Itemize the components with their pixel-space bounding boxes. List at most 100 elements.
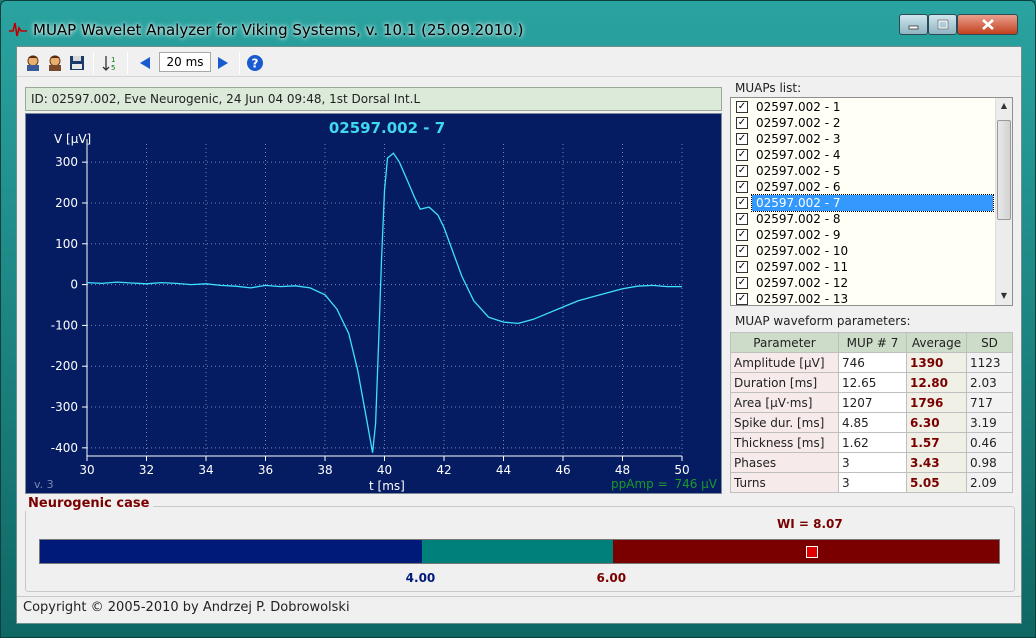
x-tick-label: 38 bbox=[317, 463, 332, 477]
muap-checkbox[interactable]: ✓ bbox=[736, 197, 748, 209]
x-tick-label: 44 bbox=[496, 463, 511, 477]
params-table-body: Amplitude [µV] 746 1390 1123 Duration [ms] 12… bbox=[730, 352, 1013, 493]
close-icon bbox=[981, 19, 994, 30]
param-name-cell: Phases bbox=[730, 452, 839, 473]
muap-list-item[interactable]: ✓ 02597.002 - 5 bbox=[732, 163, 994, 179]
muap-checkbox[interactable]: ✓ bbox=[736, 213, 748, 225]
muap-list-item[interactable]: ✓ 02597.002 - 3 bbox=[732, 131, 994, 147]
muap-list-item[interactable]: ✓ 02597.002 - 1 bbox=[732, 99, 994, 115]
zoom-display[interactable]: 20 ms bbox=[159, 52, 211, 72]
ppamp-value: 746 µV bbox=[674, 477, 717, 491]
param-name-cell: Area [µV·ms] bbox=[730, 392, 839, 413]
param-mup-cell: 3 bbox=[838, 452, 907, 473]
scroll-down-icon[interactable]: ▼ bbox=[996, 288, 1012, 304]
muap-list-item[interactable]: ✓ 02597.002 - 7 bbox=[732, 194, 994, 212]
param-mup-cell: 4.85 bbox=[838, 412, 907, 433]
scale-segment-mid bbox=[421, 540, 613, 563]
client-area: 15 20 ms ? ID: 02597.002, Eve Neurogenic… bbox=[16, 46, 1022, 624]
previous-button[interactable] bbox=[135, 53, 155, 73]
y-tick-label: 200 bbox=[55, 196, 78, 210]
muap-list-item[interactable]: ✓ 02597.002 - 10 bbox=[732, 243, 994, 259]
param-average-cell: 1796 bbox=[906, 392, 967, 413]
waveform-plot-panel: 30 32 34 36 38 40 42 44 46 48 50 300 200 100 0 -100 -200… bbox=[25, 113, 722, 494]
help-icon: ? bbox=[247, 55, 263, 71]
muap-checkbox[interactable]: ✓ bbox=[736, 229, 748, 241]
param-sd-cell: 717 bbox=[966, 392, 1013, 413]
neurogenic-case-label: Neurogenic case bbox=[24, 496, 154, 511]
muaps-list[interactable]: ✓ 02597.002 - 1 ✓ 02597.002 - 2 ✓ 02597.002 -… bbox=[730, 97, 1013, 306]
patient-save-icon bbox=[49, 55, 61, 71]
params-table-label: MUAP waveform parameters: bbox=[735, 314, 911, 328]
muap-checkbox[interactable]: ✓ bbox=[736, 293, 748, 305]
y-tick-label: 300 bbox=[55, 155, 78, 169]
y-tick-label: 100 bbox=[55, 237, 78, 251]
x-tick-label: 40 bbox=[377, 463, 392, 477]
threshold-low-label: 4.00 bbox=[405, 571, 436, 585]
param-sd-cell: 3.19 bbox=[966, 412, 1013, 433]
plot-title: 02597.002 - 7 bbox=[329, 119, 445, 137]
muaps-list-scrollbar[interactable]: ▲ ▼ bbox=[995, 98, 1012, 305]
toolbar-separator bbox=[93, 52, 94, 74]
muap-checkbox[interactable]: ✓ bbox=[736, 277, 748, 289]
param-sd-cell: 1123 bbox=[966, 352, 1013, 373]
param-header-cell: Average bbox=[906, 332, 967, 353]
muap-checkbox[interactable]: ✓ bbox=[736, 165, 748, 177]
toolbar: 15 20 ms ? bbox=[17, 47, 1021, 77]
close-button[interactable] bbox=[957, 14, 1018, 35]
muap-item-label: 02597.002 - 12 bbox=[756, 276, 849, 290]
muap-checkbox[interactable]: ✓ bbox=[736, 149, 748, 161]
param-name-cell: Turns bbox=[730, 472, 839, 493]
x-tick-label: 42 bbox=[436, 463, 451, 477]
patient-save-button[interactable] bbox=[45, 53, 65, 73]
param-average-cell: 3.43 bbox=[906, 452, 967, 473]
param-average-cell: 12.80 bbox=[906, 372, 967, 393]
wi-value-label: WI = 8.07 bbox=[777, 517, 843, 531]
sort-button[interactable]: 15 bbox=[101, 53, 121, 73]
help-button[interactable]: ? bbox=[245, 53, 265, 73]
toolbar-separator bbox=[127, 52, 128, 74]
muap-list-item[interactable]: ✓ 02597.002 - 8 bbox=[732, 211, 994, 227]
param-header-cell: MUP # 7 bbox=[838, 332, 907, 353]
patient-open-button[interactable] bbox=[23, 53, 43, 73]
title-bar[interactable]: MUAP Wavelet Analyzer for Viking Systems… bbox=[1, 1, 1036, 45]
next-button[interactable] bbox=[213, 53, 233, 73]
muap-list-item[interactable]: ✓ 02597.002 - 6 bbox=[732, 179, 994, 195]
prev-arrow-icon bbox=[140, 57, 150, 69]
muap-list-item[interactable]: ✓ 02597.002 - 2 bbox=[732, 115, 994, 131]
y-tick-label: -100 bbox=[51, 318, 78, 332]
muap-list-item[interactable]: ✓ 02597.002 - 13 bbox=[732, 291, 994, 306]
toolbar-separator bbox=[239, 52, 240, 74]
muap-list-item[interactable]: ✓ 02597.002 - 11 bbox=[732, 259, 994, 275]
param-average-cell: 1.57 bbox=[906, 432, 967, 453]
muap-checkbox[interactable]: ✓ bbox=[736, 101, 748, 113]
param-sd-cell: 0.46 bbox=[966, 432, 1013, 453]
maximize-button[interactable] bbox=[928, 14, 957, 35]
maximize-icon bbox=[937, 19, 948, 30]
x-tick-label: 36 bbox=[258, 463, 273, 477]
y-tick-label: -300 bbox=[51, 400, 78, 414]
param-mup-cell: 12.65 bbox=[838, 372, 907, 393]
muap-list-item[interactable]: ✓ 02597.002 - 12 bbox=[732, 275, 994, 291]
scroll-up-icon[interactable]: ▲ bbox=[996, 98, 1012, 114]
save-button[interactable] bbox=[67, 53, 87, 73]
muap-item-label: 02597.002 - 5 bbox=[756, 164, 841, 178]
muap-checkbox[interactable]: ✓ bbox=[736, 261, 748, 273]
muap-checkbox[interactable]: ✓ bbox=[736, 245, 748, 257]
waveform-trace bbox=[86, 152, 682, 453]
muap-list-item[interactable]: ✓ 02597.002 - 9 bbox=[732, 227, 994, 243]
muap-checkbox[interactable]: ✓ bbox=[736, 117, 748, 129]
table-row: Duration [ms] 12.65 12.80 2.03 bbox=[730, 372, 1013, 393]
muap-list-item[interactable]: ✓ 02597.002 - 4 bbox=[732, 147, 994, 163]
param-name-cell: Spike dur. [ms] bbox=[730, 412, 839, 433]
scale-segment-low bbox=[40, 540, 422, 563]
minimize-button[interactable] bbox=[899, 14, 928, 35]
scrollbar-thumb[interactable] bbox=[997, 120, 1011, 220]
muap-checkbox[interactable]: ✓ bbox=[736, 181, 748, 193]
muap-checkbox[interactable]: ✓ bbox=[736, 133, 748, 145]
muap-item-label: 02597.002 - 13 bbox=[756, 292, 849, 306]
version-label: v. 3 bbox=[34, 478, 54, 491]
svg-text:1: 1 bbox=[111, 56, 115, 64]
params-header-row: Parameter MUP # 7 Average SD bbox=[730, 332, 1013, 353]
muap-item-label: 02597.002 - 4 bbox=[756, 148, 841, 162]
param-name-cell: Duration [ms] bbox=[730, 372, 839, 393]
